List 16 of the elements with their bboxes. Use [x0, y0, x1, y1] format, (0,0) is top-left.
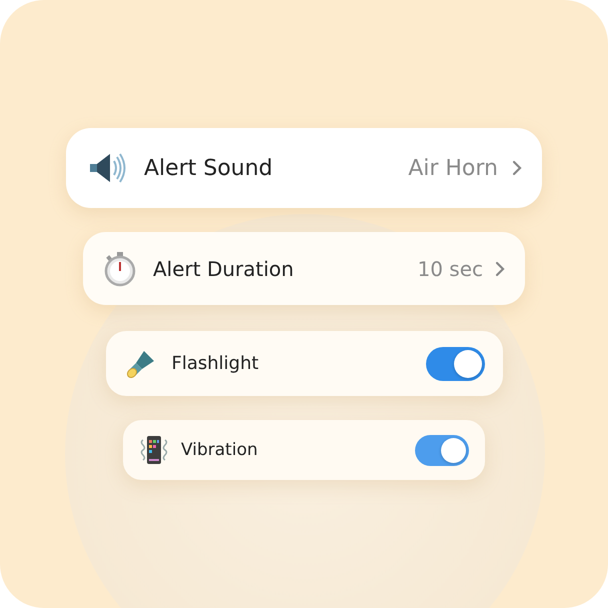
toggle-switch[interactable]: [415, 434, 469, 466]
setting-card[interactable]: Flashlight: [106, 331, 502, 396]
setting-value: 10 sec: [417, 256, 483, 280]
setting-label: Alert Duration: [153, 256, 295, 280]
chevron-icon: [512, 160, 522, 176]
setting-label: Flashlight: [172, 353, 260, 374]
setting-label: Alert Sound: [144, 156, 274, 180]
chevron-icon: [495, 260, 505, 276]
setting-card[interactable]: Alert Sound Air Horn: [66, 128, 542, 208]
setting-card[interactable]: Alert Duration 10 sec: [83, 232, 525, 305]
stopwatch-icon: [103, 250, 137, 286]
setting-card[interactable]: Vibration: [123, 420, 485, 480]
vibrating-phone-icon: [139, 434, 169, 466]
setting-label: Vibration: [181, 440, 259, 460]
setting-value: Air Horn: [408, 156, 498, 180]
toggle-switch[interactable]: [426, 346, 484, 380]
